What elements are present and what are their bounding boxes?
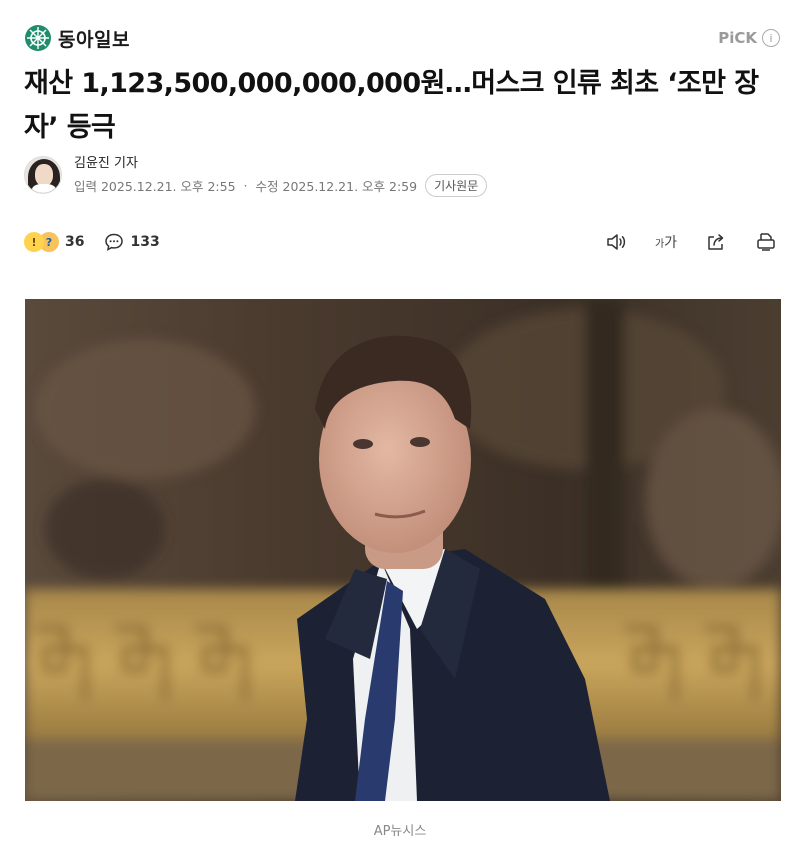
text-to-speech-button[interactable] — [604, 230, 628, 254]
font-size-icon-small: 가 — [654, 238, 665, 250]
publisher-brand[interactable]: 동아일보 — [24, 24, 130, 52]
share-button[interactable] — [704, 230, 728, 254]
date-separator: · — [243, 178, 248, 193]
share-icon — [708, 234, 724, 250]
original-article-button[interactable]: 기사원문 — [425, 174, 488, 197]
photo-caption: AP뉴시스 — [373, 824, 427, 839]
article-dates: 입력 2025.12.21. 오후 2:55 · 수정 2025.12.21. … — [74, 174, 488, 197]
page-header: 동아일보 PiCK i — [24, 22, 780, 54]
modified-date: 수정 2025.12.21. 오후 2:59 — [255, 179, 418, 194]
reporter-avatar[interactable] — [24, 155, 62, 194]
print-button[interactable] — [754, 230, 778, 254]
reporter-name[interactable]: 김윤진 기자 — [74, 152, 487, 171]
reaction-emoji-icon: ! ? — [24, 232, 59, 252]
pick-badge[interactable]: PiCK i — [718, 29, 780, 47]
comment-button[interactable]: 133 — [104, 232, 160, 252]
speaker-icon — [607, 234, 626, 250]
reaction-count: 36 — [65, 234, 85, 250]
article-photo[interactable] — [25, 299, 781, 801]
article-byline: 김윤진 기자 입력 2025.12.21. 오후 2:55 · 수정 2025.… — [24, 152, 488, 197]
publisher-logo-icon — [25, 25, 51, 51]
print-icon — [757, 233, 775, 251]
reaction-button[interactable]: ! ? 36 — [24, 232, 84, 252]
font-size-button[interactable]: 가가 — [654, 230, 678, 254]
publisher-name: 동아일보 — [58, 28, 130, 51]
font-size-icon-large: 가 — [664, 235, 678, 251]
info-icon[interactable]: i — [762, 29, 780, 47]
news-photo — [25, 299, 781, 801]
comment-count: 133 — [130, 234, 160, 250]
published-date: 입력 2025.12.21. 오후 2:55 — [74, 179, 236, 194]
comment-icon — [105, 233, 124, 251]
article-action-bar: ! ? 36 133 가가 — [24, 228, 778, 256]
pick-label: PiCK — [718, 29, 757, 47]
article-headline: 재산 1,123,500,000,000,000원…머스크 인류 최초 ‘조만 … — [24, 68, 759, 143]
